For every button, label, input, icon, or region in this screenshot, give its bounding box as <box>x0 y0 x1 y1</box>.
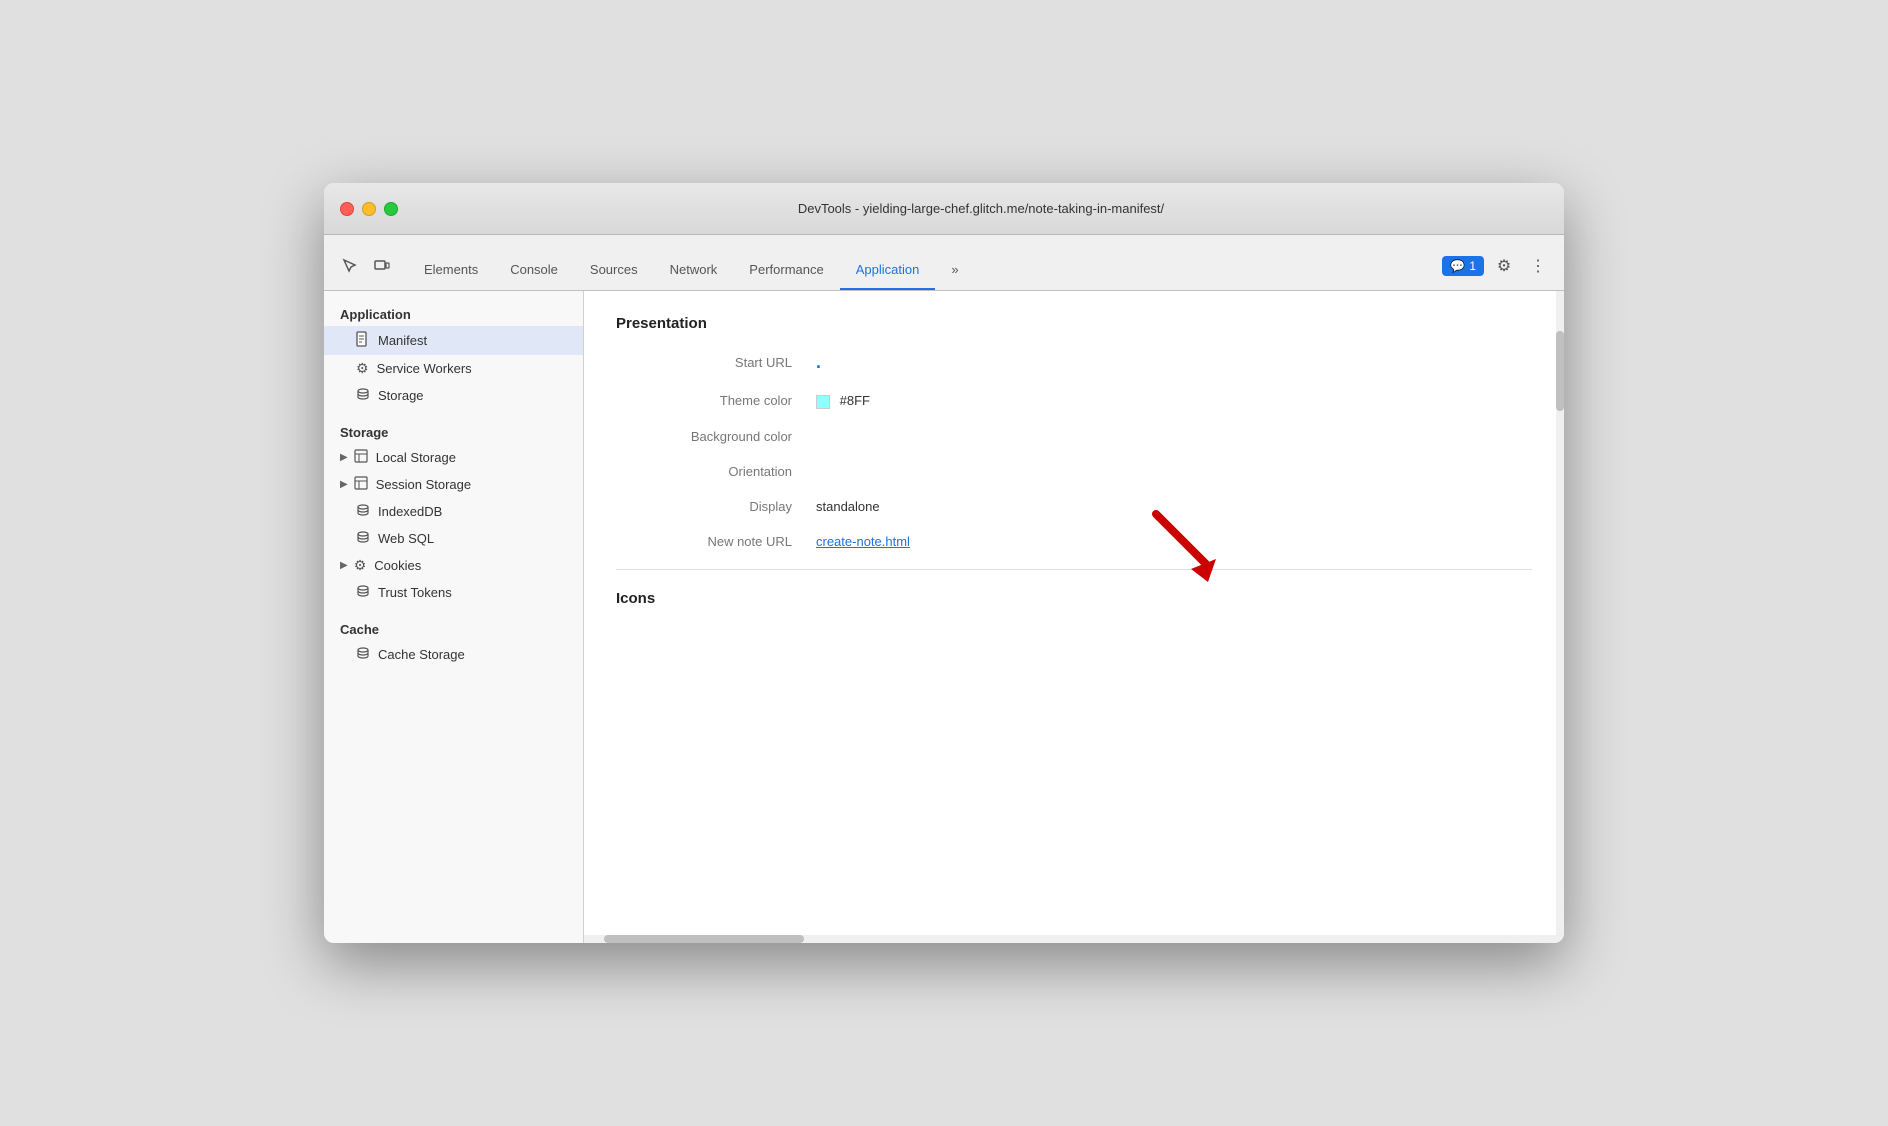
theme-color-label: Theme color <box>616 393 816 408</box>
sidebar-item-web-sql[interactable]: Web SQL <box>324 525 583 552</box>
scrollbar-track <box>1556 291 1564 943</box>
tab-network[interactable]: Network <box>654 250 734 290</box>
orientation-row: Orientation <box>616 464 1532 479</box>
background-color-row: Background color <box>616 429 1532 444</box>
sidebar-item-indexeddb[interactable]: IndexedDB <box>324 498 583 525</box>
trust-tokens-label: Trust Tokens <box>378 585 567 600</box>
sidebar: Application Manifest ⚙ Service Workers <box>324 291 584 943</box>
sidebar-item-cache-storage[interactable]: Cache Storage <box>324 641 583 668</box>
start-url-dot: . <box>816 352 821 372</box>
tab-application[interactable]: Application <box>840 250 936 290</box>
local-storage-icon <box>354 449 368 466</box>
sidebar-item-storage[interactable]: Storage <box>324 382 583 409</box>
close-button[interactable] <box>340 202 354 216</box>
tab-performance[interactable]: Performance <box>733 250 839 290</box>
more-options-icon[interactable]: ⋮ <box>1524 252 1552 280</box>
tab-console[interactable]: Console <box>494 250 574 290</box>
main-content: Application Manifest ⚙ Service Workers <box>324 291 1564 943</box>
toolbar-right: 💬 1 ⚙ ⋮ <box>1430 252 1564 290</box>
annotation-arrow <box>1136 504 1226 594</box>
new-note-url-label: New note URL <box>616 534 816 549</box>
traffic-lights <box>340 202 398 216</box>
panel-content: Presentation Start URL . Theme color #8F… <box>584 291 1564 943</box>
manifest-icon <box>356 331 370 350</box>
icons-title: Icons <box>616 590 1532 607</box>
inspect-icon[interactable] <box>336 252 364 280</box>
tab-list: Elements Console Sources Network Perform… <box>408 250 1430 290</box>
minimize-button[interactable] <box>362 202 376 216</box>
theme-color-row: Theme color #8FF <box>616 393 1532 409</box>
indexeddb-label: IndexedDB <box>378 504 567 519</box>
tab-sources[interactable]: Sources <box>574 250 654 290</box>
display-value: standalone <box>816 499 880 514</box>
web-sql-label: Web SQL <box>378 531 567 546</box>
storage-icon <box>356 387 370 404</box>
feedback-count: 1 <box>1469 259 1476 273</box>
title-bar: DevTools - yielding-large-chef.glitch.me… <box>324 183 1564 235</box>
start-url-value: . <box>816 352 821 373</box>
start-url-label: Start URL <box>616 355 816 370</box>
theme-color-swatch <box>816 395 830 409</box>
cache-section-header: Cache <box>324 614 583 641</box>
sidebar-item-trust-tokens[interactable]: Trust Tokens <box>324 579 583 606</box>
devtools-window: DevTools - yielding-large-chef.glitch.me… <box>324 183 1564 943</box>
presentation-title: Presentation <box>616 315 1532 332</box>
indexeddb-icon <box>356 503 370 520</box>
bottom-scrollbar <box>584 935 1556 943</box>
feedback-badge[interactable]: 💬 1 <box>1442 256 1484 276</box>
sidebar-item-cookies[interactable]: ▶ ⚙ Cookies <box>324 552 583 579</box>
session-storage-chevron: ▶ <box>340 479 348 490</box>
storage-label: Storage <box>378 388 567 403</box>
section-divider <box>616 569 1532 570</box>
local-storage-label: Local Storage <box>376 450 456 465</box>
display-label: Display <box>616 499 816 514</box>
sidebar-item-service-workers[interactable]: ⚙ Service Workers <box>324 355 583 382</box>
new-note-url-row: New note URL create-note.html <box>616 534 1532 549</box>
theme-color-text: #8FF <box>840 393 870 408</box>
application-section-header: Application <box>324 299 583 326</box>
cookies-chevron: ▶ <box>340 560 348 571</box>
sidebar-item-session-storage[interactable]: ▶ Session Storage <box>324 471 583 498</box>
window-title: DevTools - yielding-large-chef.glitch.me… <box>414 201 1548 216</box>
new-note-url-value[interactable]: create-note.html <box>816 534 910 549</box>
local-storage-chevron: ▶ <box>340 452 348 463</box>
sidebar-item-local-storage[interactable]: ▶ Local Storage <box>324 444 583 471</box>
main-panel: Presentation Start URL . Theme color #8F… <box>584 291 1564 943</box>
background-color-label: Background color <box>616 429 816 444</box>
display-row: Display standalone <box>616 499 1532 514</box>
more-tabs-button[interactable]: » <box>935 250 974 290</box>
orientation-label: Orientation <box>616 464 816 479</box>
settings-icon[interactable]: ⚙ <box>1490 252 1518 280</box>
sidebar-item-manifest[interactable]: Manifest <box>324 326 583 355</box>
session-storage-label: Session Storage <box>376 477 471 492</box>
maximize-button[interactable] <box>384 202 398 216</box>
device-toggle-icon[interactable] <box>368 252 396 280</box>
cache-storage-icon <box>356 646 370 663</box>
start-url-row: Start URL . <box>616 352 1532 373</box>
bottom-scrollbar-thumb[interactable] <box>604 935 804 943</box>
tab-elements[interactable]: Elements <box>408 250 494 290</box>
tab-bar: Elements Console Sources Network Perform… <box>324 235 1564 291</box>
storage-section-header: Storage <box>324 417 583 444</box>
web-sql-icon <box>356 530 370 547</box>
cache-storage-label: Cache Storage <box>378 647 567 662</box>
cookies-label: Cookies <box>374 558 421 573</box>
cookies-icon: ⚙ <box>354 557 367 574</box>
session-storage-icon <box>354 476 368 493</box>
feedback-icon: 💬 <box>1450 259 1465 273</box>
theme-color-value: #8FF <box>816 393 870 409</box>
scrollbar-thumb[interactable] <box>1556 331 1564 411</box>
service-workers-label: Service Workers <box>377 361 567 376</box>
manifest-label: Manifest <box>378 333 567 348</box>
trust-tokens-icon <box>356 584 370 601</box>
toolbar-left <box>336 252 396 290</box>
service-workers-icon: ⚙ <box>356 360 369 377</box>
